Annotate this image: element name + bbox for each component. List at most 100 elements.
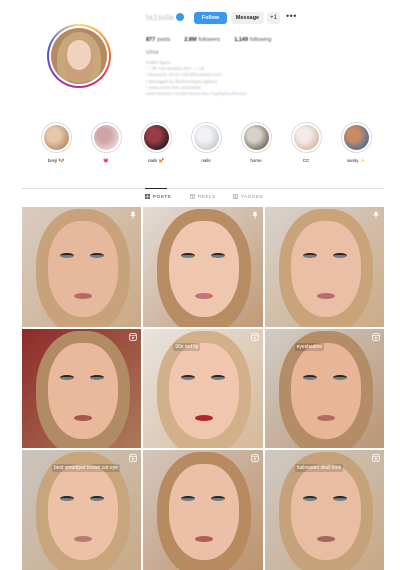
post-eye [211,374,226,380]
post-lips [316,536,335,542]
highlight-item[interactable]: nails [186,122,226,172]
post-face [169,221,240,317]
reel-icon [129,454,138,462]
tab-reels[interactable]: REELS [190,194,216,199]
avatar-photo [51,28,107,84]
post-face [48,464,118,560]
highlight-item[interactable]: nails 💅 [136,122,176,172]
message-button[interactable]: Message [231,12,264,24]
highlight-item[interactable]: home [236,122,276,172]
post-caption: best smudged brown cat eye [52,464,120,472]
highlight-item[interactable]: 💗 [86,122,126,172]
follow-button[interactable]: Follow [194,12,227,24]
pin-icon [251,211,258,219]
post-thumbnail[interactable]: eyeshadow [264,328,384,448]
highlight-item[interactable]: vanity ✨ [336,122,376,172]
post-caption: eyeshadow [294,342,324,351]
stat-posts: 877 posts [146,37,171,43]
active-tab-indicator [145,188,167,189]
display-name: Ulse [146,50,159,56]
highlight-label: benji 🐶 [47,158,65,163]
post-eye [60,374,74,380]
highlight-label: nails 💅 [147,158,165,163]
post-lips [74,293,92,299]
post-caption: halloween skull look [294,464,344,472]
post-face [48,221,118,317]
tab-posts[interactable]: POSTS [145,194,171,199]
story-highlights: benji 🐶 💗 nails 💅 nails home CC vanity ✨ [36,122,376,172]
stat-following[interactable]: 1,149 following [234,37,271,43]
post-eye [181,374,196,380]
more-options-icon[interactable]: ••• [286,11,297,21]
post-thumbnail[interactable]: best smudged brown cat eye [22,450,142,570]
post-thumbnail[interactable]: 90s red lip [143,328,263,448]
post-thumbnail[interactable] [143,207,263,327]
tag-icon [233,194,238,199]
post-face [48,342,118,439]
post-thumbnail[interactable] [22,207,142,327]
post-eye [90,496,104,501]
post-eye [90,253,104,258]
grid-icon [145,194,150,199]
profile-avatar[interactable] [47,24,111,88]
post-eye [90,374,104,380]
highlight-cover [243,125,269,150]
highlight-label: home [250,158,262,163]
post-lips [316,414,335,421]
post-face [290,464,361,560]
tabs-divider [22,188,384,189]
tab-tagged-label: TAGGED [241,194,264,199]
post-face [169,464,240,560]
suggested-accounts-button[interactable]: +1 [267,12,280,24]
post-eye [302,496,317,501]
profile-bio: Public figure ♡ Tik Tok tanaslw 3M+ ☆ UK… [146,60,326,97]
post-face [290,342,361,439]
tab-posts-label: POSTS [153,194,172,199]
highlight-label: vanity ✨ [346,158,366,163]
posts-grid: 90s red lip eyeshadow best smudged brown c… [22,207,384,570]
reel-icon [129,332,138,341]
post-eye [332,496,347,501]
highlight-label: 💗 [103,158,109,163]
reel-icon [372,332,380,341]
post-eye [332,253,347,258]
post-lips [195,414,214,421]
highlight-cover [93,125,119,150]
reel-icon [250,332,259,341]
stat-followers[interactable]: 2.8M followers [184,37,220,43]
highlight-cover [343,125,369,150]
profile-header: ta1sslw Follow Message +1 ••• 877 posts 2… [0,0,400,118]
highlight-item[interactable]: CC [286,122,326,172]
post-eye [302,374,317,380]
pin-icon [130,211,137,219]
post-lips [74,414,92,421]
post-thumbnail[interactable] [22,328,142,448]
highlight-cover [143,125,169,150]
post-thumbnail[interactable]: halloween skull look [264,450,384,570]
reel-icon [372,454,380,462]
post-caption: 90s red lip [173,342,201,351]
post-face [290,221,361,317]
post-thumbnail[interactable] [143,450,263,570]
post-eye [302,253,317,258]
highlight-cover [43,125,69,150]
post-lips [316,293,335,299]
username: ta1sslw [146,13,175,22]
highlight-label: nails [201,158,211,163]
post-thumbnail[interactable] [264,207,384,327]
profile-stats: 877 posts 2.8M followers 1,149 following [146,37,271,43]
pin-icon [373,211,379,219]
post-lips [74,536,92,542]
post-face [169,342,240,439]
reels-icon [190,194,195,199]
highlight-cover [293,125,319,150]
reel-icon [250,454,259,462]
tab-tagged[interactable]: TAGGED [233,194,263,199]
verified-badge-icon [176,13,184,21]
tab-reels-label: REELS [198,194,216,199]
profile-tabs: POSTS REELS TAGGED [0,194,400,204]
post-eye [332,374,347,380]
highlight-item[interactable]: benji 🐶 [36,122,76,172]
bio-link[interactable]: www.website.com/products/ulse-highlightc… [146,91,326,97]
highlight-label: CC [302,158,310,163]
